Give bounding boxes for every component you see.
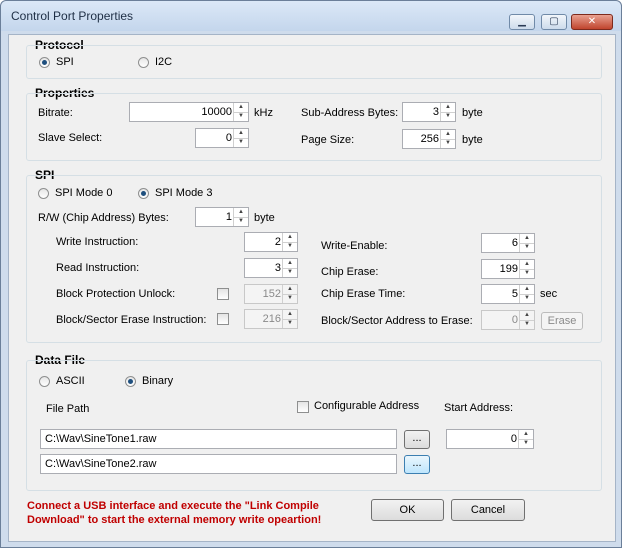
i2c-label: I2C [155,56,173,68]
window-title: Control Port Properties [11,9,134,23]
start-address-value: 0 [510,433,517,445]
dialog-window: Control Port Properties ▁ ▢ ✕ Protocol S… [0,0,622,548]
read-instruction-spinner[interactable]: 3 ▲ ▼ [244,258,298,278]
spin-down-icon: ▼ [524,321,530,327]
erase-button: Erase [541,312,583,330]
spin-down-icon[interactable]: ▼ [519,439,533,448]
rw-bytes-unit: byte [254,212,275,224]
spin-down-icon[interactable]: ▼ [234,112,248,121]
write-instruction-value: 2 [274,236,281,248]
spi-mode0-radio[interactable] [38,188,49,199]
block-protection-checkbox[interactable] [217,288,229,300]
file-path-label: File Path [46,403,90,415]
file-path-2-field[interactable]: C:\Wav\SineTone2.raw [40,454,397,474]
write-enable-spinner[interactable]: 6 ▲ ▼ [481,233,535,253]
block-address-label: Block/Sector Address to Erase: [321,315,473,327]
spin-down-icon: ▼ [287,320,293,326]
spin-down-icon[interactable]: ▼ [283,242,297,251]
block-erase-checkbox[interactable] [217,313,229,325]
browse-button-1[interactable]: ... [404,430,430,449]
cancel-button[interactable]: Cancel [451,499,525,521]
chip-erase-time-value: 5 [511,288,518,300]
write-instruction-label: Write Instruction: [56,236,139,248]
bitrate-label: Bitrate: [38,107,73,119]
spin-down-icon[interactable]: ▼ [520,269,534,278]
chip-erase-value: 199 [499,263,518,275]
binary-label: Binary [142,375,174,387]
minimize-button[interactable]: ▁ [509,14,535,30]
spin-down-icon[interactable]: ▼ [441,112,455,121]
i2c-radio[interactable] [138,57,149,68]
close-button[interactable]: ✕ [571,14,613,30]
ascii-label: ASCII [56,375,85,387]
spi-mode3-radio[interactable] [138,188,149,199]
write-enable-label: Write-Enable: [321,240,388,252]
configurable-address-label: Configurable Address [314,400,420,412]
spin-down-icon[interactable]: ▼ [441,139,455,148]
properties-group [26,93,602,161]
warning-line-1: Connect a USB interface and execute the … [27,500,319,512]
chip-erase-time-spinner[interactable]: 5 ▲ ▼ [481,284,535,304]
page-size-label: Page Size: [301,134,355,146]
spin-down-icon: ▼ [287,295,293,301]
block-erase-label: Block/Sector Erase Instruction: [56,314,207,326]
page-size-value: 256 [420,133,439,145]
start-address-spinner[interactable]: 0 ▲ ▼ [446,429,534,449]
sub-address-unit: byte [462,107,483,119]
sub-address-label: Sub-Address Bytes: [301,107,399,119]
block-erase-spinner: 216 ▲ ▼ [244,309,298,329]
spi-mode0-label: SPI Mode 0 [55,187,113,199]
title-bar[interactable]: Control Port Properties ▁ ▢ ✕ [1,1,621,31]
chip-erase-label: Chip Erase: [321,266,379,278]
spin-down-icon[interactable]: ▼ [520,243,534,252]
dialog-body: Protocol SPI I2C Properties Bitrate: 100… [8,34,616,542]
binary-radio[interactable] [125,376,136,387]
protocol-group [26,45,602,79]
warning-message: Connect a USB interface and execute the … [27,499,321,527]
spin-down-icon[interactable]: ▼ [283,268,297,277]
ascii-radio[interactable] [39,376,50,387]
page-size-spinner[interactable]: 256 ▲ ▼ [402,129,456,149]
rw-bytes-value: 1 [225,211,232,223]
rw-bytes-label: R/W (Chip Address) Bytes: [38,212,169,224]
write-enable-value: 6 [511,237,518,249]
maximize-button[interactable]: ▢ [541,14,567,30]
spi-label: SPI [56,56,74,68]
slave-select-spinner[interactable]: 0 ▲ ▼ [195,128,249,148]
sub-address-value: 3 [432,106,439,118]
rw-bytes-spinner[interactable]: 1 ▲ ▼ [195,207,249,227]
spi-radio[interactable] [39,57,50,68]
bitrate-unit: kHz [254,107,273,119]
ok-button[interactable]: OK [371,499,444,521]
slave-select-value: 0 [225,132,232,144]
block-address-value: 0 [511,314,518,326]
block-protection-value: 152 [262,288,281,300]
page-size-unit: byte [462,134,483,146]
block-protection-label: Block Protection Unlock: [56,288,176,300]
sub-address-spinner[interactable]: 3 ▲ ▼ [402,102,456,122]
chip-erase-spinner[interactable]: 199 ▲ ▼ [481,259,535,279]
block-address-spinner: 0 ▲ ▼ [481,310,535,330]
block-erase-value: 216 [262,313,281,325]
spi-mode3-label: SPI Mode 3 [155,187,213,199]
bitrate-value: 10000 [201,106,232,118]
spin-down-icon[interactable]: ▼ [520,294,534,303]
slave-select-label: Slave Select: [38,132,103,144]
file-path-1-field[interactable]: C:\Wav\SineTone1.raw [40,429,397,449]
chip-erase-time-label: Chip Erase Time: [321,288,406,300]
bitrate-spinner[interactable]: 10000 ▲ ▼ [129,102,249,122]
block-protection-spinner: 152 ▲ ▼ [244,284,298,304]
read-instruction-label: Read Instruction: [56,262,140,274]
read-instruction-value: 3 [274,262,281,274]
warning-line-2: Download" to start the external memory w… [27,514,322,526]
browse-button-2[interactable]: ... [404,455,430,474]
chip-erase-time-unit: sec [540,288,558,300]
start-address-label: Start Address: [444,402,514,414]
spin-down-icon[interactable]: ▼ [234,217,248,226]
configurable-address-checkbox[interactable] [297,401,309,413]
write-instruction-spinner[interactable]: 2 ▲ ▼ [244,232,298,252]
spin-down-icon[interactable]: ▼ [234,138,248,147]
